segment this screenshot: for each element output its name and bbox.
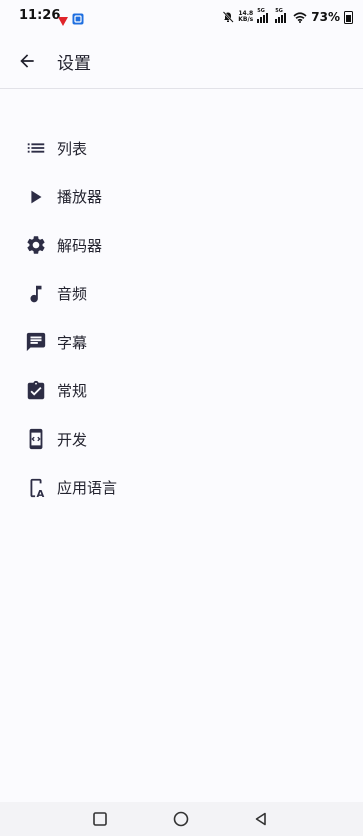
battery-percent: 73% <box>311 10 340 24</box>
menu-item-label: 常规 <box>57 382 88 401</box>
page-title: 设置 <box>57 54 91 74</box>
settings-menu: 列表 播放器 解码器 音频 字幕 常规 开发 A 应用语言 <box>0 124 363 512</box>
menu-item-player[interactable]: 播放器 <box>0 173 363 222</box>
svg-text:A: A <box>36 489 44 499</box>
system-nav-bar <box>0 802 363 836</box>
app-bar: 设置 <box>0 34 363 89</box>
arrow-back-icon <box>20 54 34 68</box>
menu-item-audio[interactable]: 音频 <box>0 270 363 319</box>
developer-icon <box>24 427 48 451</box>
menu-item-app-language[interactable]: A 应用语言 <box>0 464 363 513</box>
back-nav-button[interactable] <box>251 809 271 829</box>
notification-app-icon <box>72 10 84 29</box>
status-time: 11:26 <box>19 8 61 23</box>
menu-item-developer[interactable]: 开发 <box>0 415 363 464</box>
wifi-icon <box>293 8 307 27</box>
menu-item-label: 应用语言 <box>57 479 118 498</box>
menu-item-label: 音频 <box>57 285 88 304</box>
menu-item-decoder[interactable]: 解码器 <box>0 221 363 270</box>
mute-icon <box>222 8 234 27</box>
menu-item-list[interactable]: 列表 <box>0 124 363 173</box>
triangle-back-icon <box>255 812 266 826</box>
notification-red-icon <box>58 11 68 30</box>
list-icon <box>24 136 48 160</box>
menu-item-label: 开发 <box>57 430 88 449</box>
signal1-label: 5G <box>257 8 265 14</box>
circle-icon <box>173 811 189 827</box>
status-bar: 11:26 14.8 KB/s 5G 5G 73% <box>0 0 363 34</box>
signal-5g-1-icon: 5G <box>257 8 271 23</box>
square-icon <box>93 812 107 826</box>
battery-icon <box>344 10 353 24</box>
home-button[interactable] <box>171 809 191 829</box>
music-note-icon <box>24 282 48 306</box>
menu-item-subtitles[interactable]: 字幕 <box>0 318 363 367</box>
clipboard-check-icon <box>24 379 48 403</box>
menu-item-label: 字幕 <box>57 333 88 352</box>
subtitle-icon <box>24 330 48 354</box>
menu-item-label: 列表 <box>57 139 88 158</box>
net-speed-unit: KB/s <box>238 16 254 23</box>
recents-button[interactable] <box>90 809 110 829</box>
app-language-icon: A <box>24 476 48 500</box>
signal-5g-2-icon: 5G <box>275 8 289 23</box>
net-speed: 14.8 KB/s <box>238 11 253 23</box>
menu-item-label: 播放器 <box>57 188 103 207</box>
gear-icon <box>24 233 48 257</box>
menu-item-general[interactable]: 常规 <box>0 367 363 416</box>
menu-item-label: 解码器 <box>57 236 103 255</box>
play-icon <box>24 185 48 209</box>
back-button[interactable] <box>12 46 42 76</box>
signal2-label: 5G <box>275 8 283 14</box>
